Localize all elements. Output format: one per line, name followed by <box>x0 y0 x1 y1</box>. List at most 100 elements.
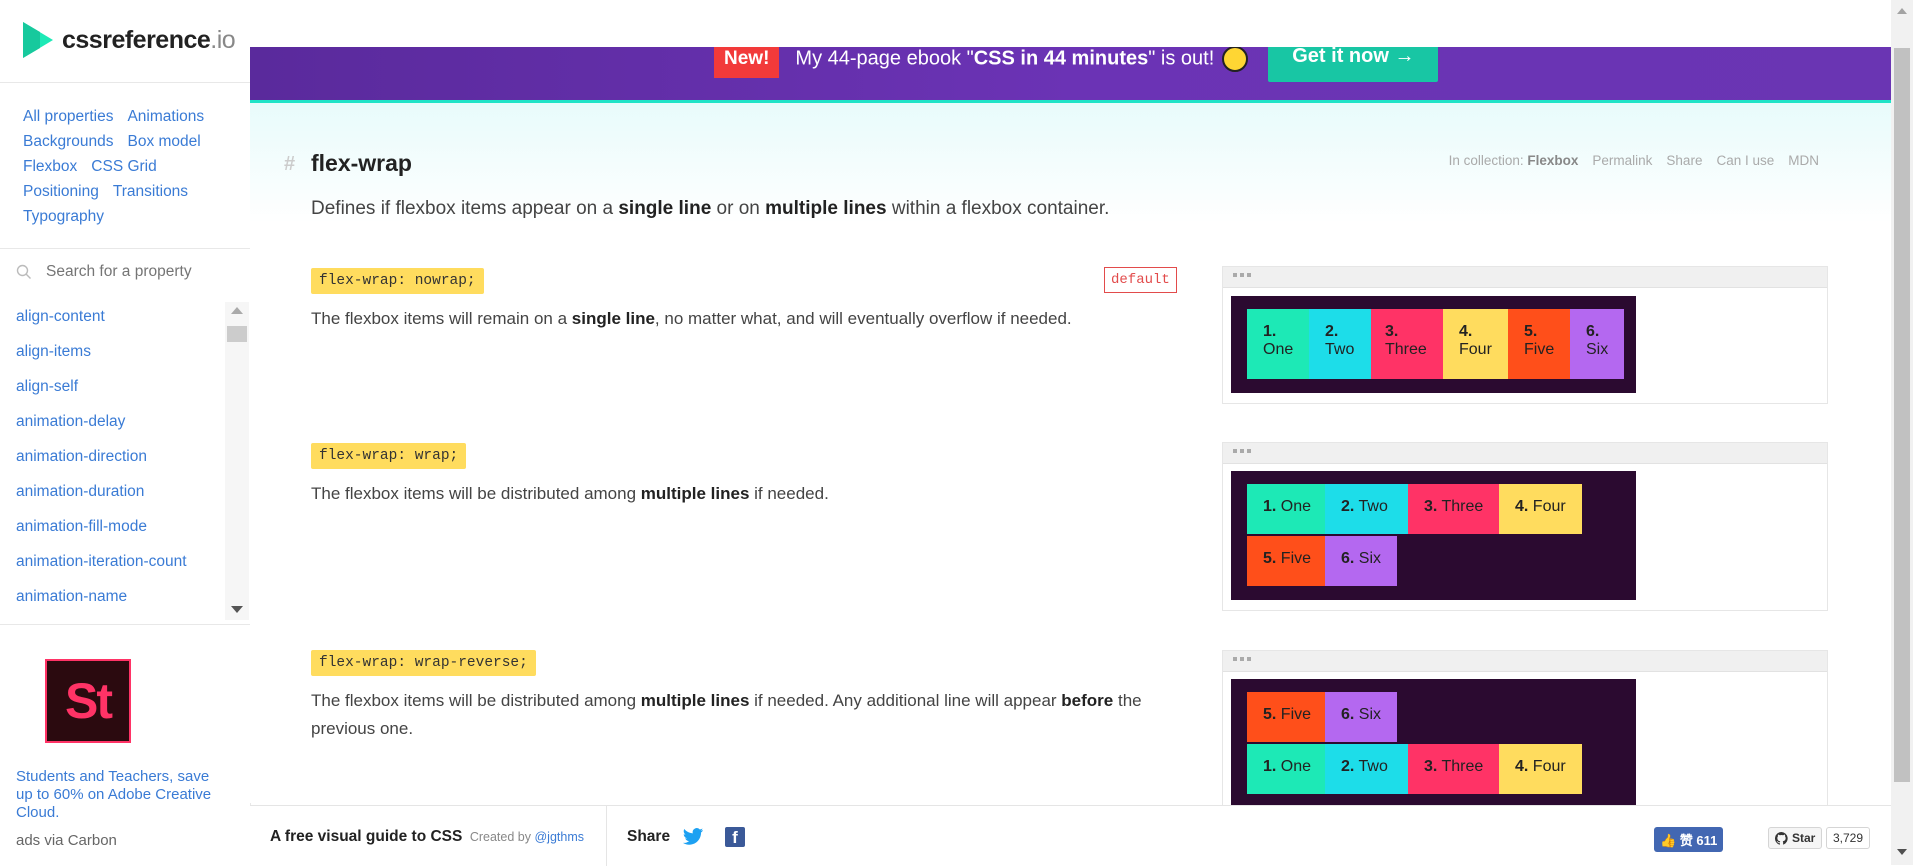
demo-toolbar <box>1223 651 1827 672</box>
flex-item-six: 6. Six <box>1325 692 1397 742</box>
flex-container: 1. One 2. Two 3. Three 4. Four 5. Five 6. Six <box>1231 296 1636 393</box>
property-link-align-content[interactable]: align-content <box>0 302 225 337</box>
category-nav: All properties Animations Backgrounds Box m… <box>23 104 243 229</box>
category-link-typography[interactable]: Typography <box>23 208 104 225</box>
logo-text: cssreference.io <box>62 25 236 54</box>
property-description: Defines if flexbox items appear on a sin… <box>311 198 1110 219</box>
category-link-animations[interactable]: Animations <box>127 108 204 125</box>
flex-item-two: 2. Two <box>1325 744 1408 794</box>
property-link-animation-iteration-count[interactable]: animation-iteration-count <box>0 547 225 582</box>
flex-item-three: 3. Three <box>1408 484 1499 534</box>
property-link-animation-name[interactable]: animation-name <box>0 582 225 617</box>
example-description: The flexbox items will be distributed am… <box>311 691 1142 738</box>
category-link-css-grid[interactable]: CSS Grid <box>91 158 156 175</box>
share-link[interactable]: Share <box>1666 153 1702 168</box>
scroll-up-icon[interactable] <box>231 307 243 314</box>
property-meta-links: In collection: Flexbox Permalink Share C… <box>1449 153 1819 168</box>
search-input[interactable] <box>46 263 226 281</box>
flex-container: 1. One 2. Two 3. Three 4. Four 5. Five 6. Six <box>1231 471 1636 600</box>
example-code: flex-wrap: nowrap; <box>311 268 484 294</box>
search-icon <box>16 264 31 279</box>
main-content: # flex-wrap In collection: Flexbox Perma… <box>250 103 1891 819</box>
github-icon <box>1775 831 1788 845</box>
github-star-count[interactable]: 3,729 <box>1826 827 1871 849</box>
flex-item-two: 2. Two <box>1309 309 1371 379</box>
example-code: flex-wrap: wrap-reverse; <box>311 650 536 676</box>
footer: A free visual guide to CSS Created by @j… <box>250 805 1891 866</box>
category-link-box-model[interactable]: Box model <box>127 133 200 150</box>
banner-cutoff <box>250 0 1891 47</box>
example-demo: 1. One 2. Two 3. Three 4. Four 5. Five 6. Six <box>1222 442 1828 611</box>
scroll-down-icon[interactable] <box>231 606 243 613</box>
flex-item-five: 5. Five <box>1508 309 1570 379</box>
property-list-scrollbar[interactable] <box>225 302 249 620</box>
thumbs-up-icon: 👍 <box>1660 833 1677 848</box>
scroll-thumb[interactable] <box>227 326 247 342</box>
page-title: flex-wrap <box>311 150 412 176</box>
github-star-button[interactable]: Star <box>1768 827 1823 849</box>
page-scroll-down-icon[interactable] <box>1897 849 1907 855</box>
example-demo: 1. One 2. Two 3. Three 4. Four 5. Five 6. Six <box>1222 266 1828 404</box>
logo-icon <box>23 22 53 58</box>
flex-item-one: 1. One <box>1247 309 1309 379</box>
divider <box>0 248 250 249</box>
ad-attribution[interactable]: ads via Carbon <box>16 832 117 849</box>
facebook-icon[interactable]: f <box>725 827 745 847</box>
twitter-icon[interactable] <box>682 827 704 847</box>
dots-icon <box>1233 449 1251 453</box>
flex-item-one: 1. One <box>1247 744 1325 794</box>
anchor-hash[interactable]: # <box>284 153 295 176</box>
banner-text: My 44-page ebook "CSS in 44 minutes" is … <box>795 46 1249 72</box>
category-link-all-properties[interactable]: All properties <box>23 108 113 125</box>
demo-toolbar <box>1223 443 1827 464</box>
carbon-ad: St Students and Teachers, save up to 60%… <box>0 624 250 866</box>
property-link-align-items[interactable]: align-items <box>0 337 225 372</box>
flex-container: 5. Five 6. Six 1. One 2. Two 3. Three 4. Four <box>1231 679 1636 819</box>
flex-item-six: 6. Six <box>1570 309 1624 379</box>
property-link-animation-fill-mode[interactable]: animation-fill-mode <box>0 512 225 547</box>
category-link-transitions[interactable]: Transitions <box>113 183 188 200</box>
search-bar <box>16 263 226 281</box>
page-scrollbar[interactable] <box>1891 0 1913 865</box>
property-list: align-content align-items align-self animat… <box>0 302 225 620</box>
ad-image[interactable]: St <box>45 659 131 743</box>
property-link-animation-delay[interactable]: animation-delay <box>0 407 225 442</box>
demo-toolbar <box>1223 267 1827 288</box>
ad-link[interactable]: Students and Teachers, save up to 60% on… <box>16 768 226 822</box>
smiley-icon <box>1222 46 1249 72</box>
property-link-animation-duration[interactable]: animation-duration <box>0 477 225 512</box>
example-code: flex-wrap: wrap; <box>311 443 467 469</box>
flex-item-one: 1. One <box>1247 484 1325 534</box>
divider <box>606 806 607 866</box>
flex-item-four: 4. Four <box>1499 484 1582 534</box>
flex-item-four: 4. Four <box>1499 744 1582 794</box>
flex-item-six: 6. Six <box>1325 536 1397 586</box>
dots-icon <box>1233 273 1251 277</box>
dots-icon <box>1233 657 1251 661</box>
flex-item-three: 3. Three <box>1371 309 1443 379</box>
flex-item-four: 4. Four <box>1443 309 1508 379</box>
default-badge: default <box>1104 267 1177 293</box>
divider <box>0 82 250 83</box>
site-logo[interactable]: cssreference.io <box>20 20 236 60</box>
category-link-positioning[interactable]: Positioning <box>23 183 99 200</box>
collection-link[interactable]: In collection: Flexbox <box>1449 153 1579 168</box>
example-description: The flexbox items will be distributed am… <box>311 484 829 503</box>
caniuse-link[interactable]: Can I use <box>1716 153 1774 168</box>
mdn-link[interactable]: MDN <box>1788 153 1819 168</box>
page-scroll-up-icon[interactable] <box>1897 8 1907 14</box>
category-link-backgrounds[interactable]: Backgrounds <box>23 133 113 150</box>
page-scroll-thumb[interactable] <box>1894 48 1910 782</box>
author-link[interactable]: @jgthms <box>534 830 584 844</box>
property-link-align-self[interactable]: align-self <box>0 372 225 407</box>
facebook-like-button[interactable]: 👍 赞 611 <box>1654 827 1724 852</box>
example-description: The flexbox items will remain on a singl… <box>311 309 1072 328</box>
flex-item-three: 3. Three <box>1408 744 1499 794</box>
flex-item-two: 2. Two <box>1325 484 1408 534</box>
flex-item-five: 5. Five <box>1247 536 1325 586</box>
flex-item-five: 5. Five <box>1247 692 1325 742</box>
sidebar: cssreference.io All properties Animations… <box>0 0 251 865</box>
permalink-link[interactable]: Permalink <box>1592 153 1652 168</box>
category-link-flexbox[interactable]: Flexbox <box>23 158 77 175</box>
property-link-animation-direction[interactable]: animation-direction <box>0 442 225 477</box>
